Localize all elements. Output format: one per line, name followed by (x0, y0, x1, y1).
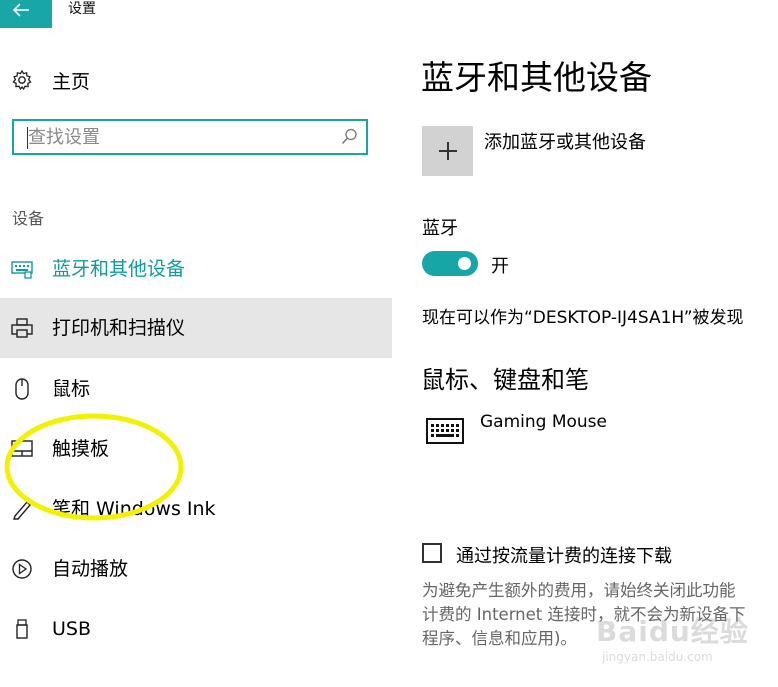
metered-download-checkbox[interactable]: 通过按流量计费的连接下载 (422, 542, 772, 568)
add-device-button[interactable]: 添加蓝牙或其他设备 (422, 126, 772, 176)
metered-download-label: 通过按流量计费的连接下载 (456, 546, 672, 567)
sidebar-section-heading: 设备 (12, 209, 45, 228)
keyboard-icon (426, 418, 464, 444)
gear-icon (12, 69, 32, 91)
device-name: Gaming Mouse (480, 412, 608, 432)
printer-icon (11, 318, 33, 338)
sidebar-home-label: 主页 (52, 71, 91, 93)
usb-icon (16, 619, 28, 639)
watermark-text: Baidu经验 (596, 615, 749, 648)
search-icon[interactable] (341, 128, 358, 145)
bluetooth-toggle-state: 开 (491, 256, 509, 277)
add-device-label: 添加蓝牙或其他设备 (484, 132, 646, 153)
checkbox-box[interactable] (422, 543, 442, 563)
description-line: 为避免产生额外的费用，请始终关闭此功能 (422, 581, 736, 600)
sidebar-home[interactable]: 主页 (0, 60, 392, 98)
back-arrow-icon (12, 3, 29, 17)
sidebar-item-label: 自动播放 (52, 558, 129, 580)
bluetooth-devices-icon (11, 261, 33, 279)
baidu-watermark: Baidu经验 jingyan.baidu.com (592, 610, 748, 680)
back-button[interactable] (0, 0, 52, 28)
search-input[interactable] (28, 125, 328, 149)
watermark-url: jingyan.baidu.com (602, 650, 713, 664)
mouse-icon (15, 378, 29, 400)
sidebar-item-label: 鼠标 (52, 378, 91, 400)
page-title: 蓝牙和其他设备 (421, 58, 652, 97)
sidebar-item-bluetooth[interactable]: 蓝牙和其他设备 (0, 239, 392, 299)
plus-icon (422, 126, 473, 176)
sidebar-item-label: USB (52, 618, 92, 640)
highlight-ellipse (4, 413, 184, 521)
bluetooth-label: 蓝牙 (422, 218, 458, 239)
section-title-input-devices: 鼠标、键盘和笔 (421, 366, 589, 394)
window-title: 设置 (68, 1, 96, 17)
sidebar-item-printers[interactable]: 打印机和扫描仪 (0, 298, 392, 358)
bluetooth-toggle[interactable] (422, 251, 478, 276)
device-item[interactable]: Gaming Mouse (422, 410, 762, 456)
sidebar-item-autoplay[interactable]: 自动播放 (0, 539, 392, 599)
search-box[interactable] (12, 119, 368, 155)
sidebar-item-usb[interactable]: USB (0, 599, 392, 659)
discoverable-status: 现在可以作为“DESKTOP-IJ4SA1H”被发现 (422, 308, 744, 328)
autoplay-icon (12, 559, 32, 579)
sidebar-item-label: 蓝牙和其他设备 (52, 258, 186, 280)
sidebar-item-label: 打印机和扫描仪 (52, 317, 186, 339)
toggle-knob (458, 257, 471, 270)
